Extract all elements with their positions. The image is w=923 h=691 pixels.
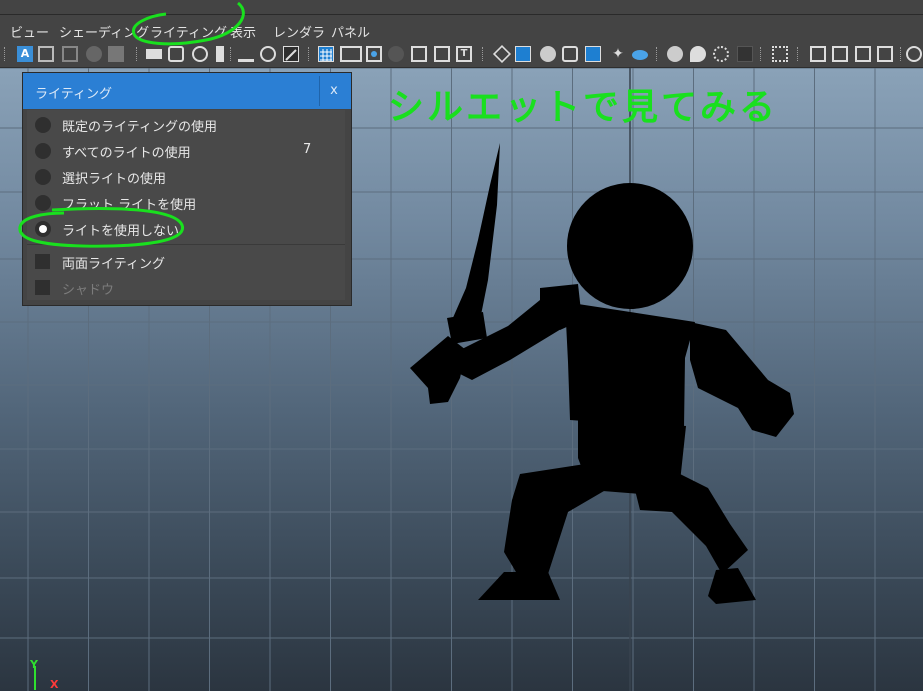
panel-body: 既定のライティングの使用 すべてのライトの使用 7 選択ライトの使用 フラット … <box>27 110 345 300</box>
toolbar-separator <box>230 47 233 61</box>
panel-divider <box>27 244 345 245</box>
four-pane-icon[interactable] <box>877 46 893 62</box>
toolbar-separator <box>656 47 659 61</box>
option-label: フラット ライトを使用 <box>62 198 197 213</box>
checkbox-icon <box>35 280 50 295</box>
option-label: 既定のライティングの使用 <box>62 120 217 135</box>
lights-icon[interactable]: ✦ <box>610 46 626 62</box>
axis-y-label: Y <box>30 658 38 671</box>
xray-icon[interactable] <box>585 46 601 62</box>
menu-shading[interactable]: シェーディング <box>59 22 149 41</box>
annotation-caption: シルエットで見てみる <box>388 87 779 128</box>
panel-header[interactable]: ライティング x <box>23 73 351 109</box>
panel-title: ライティング <box>35 87 112 102</box>
option-label: 両面ライティング <box>62 257 165 272</box>
bookmark-flag-icon[interactable] <box>216 46 224 62</box>
camera-icon[interactable] <box>146 49 162 59</box>
film-gate-icon[interactable] <box>340 46 362 62</box>
gate-mask-icon[interactable] <box>388 46 404 62</box>
grid-icon[interactable] <box>318 46 334 62</box>
xray-active-icon[interactable] <box>832 46 848 62</box>
radio-icon[interactable] <box>35 117 51 133</box>
toolbar-separator <box>482 47 485 61</box>
menu-renderer[interactable]: レンダラ <box>273 22 325 41</box>
lighting-menu-panel: ライティング x 既定のライティングの使用 すべてのライトの使用 7 選択ライト… <box>22 72 352 306</box>
menu-lighting[interactable]: ライティング <box>150 22 227 41</box>
isolate-select-icon[interactable] <box>772 46 788 62</box>
multisample-aa-icon[interactable] <box>713 46 729 62</box>
radio-checked-icon[interactable] <box>35 221 51 237</box>
option-label: ライトを使用しない <box>62 224 180 239</box>
single-pane-icon[interactable] <box>855 46 871 62</box>
viewport-toolbar: A T ✦ <box>0 43 923 68</box>
shadows-icon[interactable] <box>632 50 648 60</box>
toolbar-separator <box>760 47 763 61</box>
option-two-sided-lighting[interactable]: 両面ライティング <box>27 249 345 275</box>
menu-show[interactable]: 表示 <box>230 22 256 41</box>
xray-joints-icon[interactable] <box>810 46 826 62</box>
field-chart-icon[interactable] <box>411 46 427 62</box>
option-label: 選択ライトの使用 <box>62 172 167 187</box>
sketch-icon[interactable] <box>238 46 254 62</box>
option-selected-lights[interactable]: 選択ライトの使用 <box>27 164 345 190</box>
use-default-material-icon[interactable] <box>540 46 556 62</box>
toolbar-separator <box>308 47 311 61</box>
checkbox-icon[interactable] <box>35 254 50 269</box>
smooth-shade-icon[interactable] <box>515 46 531 62</box>
close-icon[interactable]: x <box>319 76 348 106</box>
lock-camera-icon[interactable] <box>168 46 184 62</box>
camera-attributes-icon[interactable] <box>38 46 54 62</box>
motion-blur-icon[interactable] <box>690 46 706 62</box>
option-default-lighting[interactable]: 既定のライティングの使用 <box>27 112 345 138</box>
menu-panels[interactable]: パネル <box>331 22 370 41</box>
toolbar-separator <box>136 47 139 61</box>
option-label: すべてのライトの使用 <box>62 146 191 161</box>
viewport-menu-bar: ビュー シェーディング ライティング 表示 レンダラ パネル <box>0 15 923 43</box>
radio-icon[interactable] <box>35 169 51 185</box>
radio-icon[interactable] <box>35 143 51 159</box>
light-count: 7 <box>303 142 312 157</box>
safe-title-icon[interactable]: T <box>456 46 472 62</box>
resolution-gate-icon[interactable] <box>366 46 382 62</box>
option-no-lights[interactable]: ライトを使用しない <box>27 216 345 242</box>
menu-view[interactable]: ビュー <box>10 22 49 41</box>
image-plane-icon[interactable] <box>86 46 102 62</box>
wireframe-on-shaded-icon[interactable] <box>562 46 578 62</box>
grease-pencil-icon[interactable] <box>283 46 299 62</box>
2d-pan-zoom-icon[interactable] <box>108 46 124 62</box>
bookmark-icon[interactable] <box>62 46 78 62</box>
screen-space-ao-icon[interactable] <box>667 46 683 62</box>
wireframe-icon[interactable] <box>492 44 512 64</box>
select-camera-icon[interactable]: A <box>17 46 33 62</box>
option-shadows: シャドウ <box>27 275 345 301</box>
exposure-icon[interactable] <box>906 46 922 62</box>
option-label: シャドウ <box>62 283 115 298</box>
depth-of-field-icon[interactable] <box>737 46 753 62</box>
toolbar-separator <box>900 47 903 61</box>
move-tool-icon[interactable] <box>260 46 276 62</box>
toolbar-separator <box>4 47 7 61</box>
option-flat-lighting[interactable]: フラット ライトを使用 <box>27 190 345 216</box>
camera-rotate-icon[interactable] <box>192 46 208 62</box>
option-all-lights[interactable]: すべてのライトの使用 7 <box>27 138 345 164</box>
safe-action-icon[interactable] <box>434 46 450 62</box>
toolbar-separator <box>797 47 800 61</box>
axis-x-label: X <box>50 678 59 691</box>
window-title-bar <box>0 0 923 15</box>
radio-icon[interactable] <box>35 195 51 211</box>
